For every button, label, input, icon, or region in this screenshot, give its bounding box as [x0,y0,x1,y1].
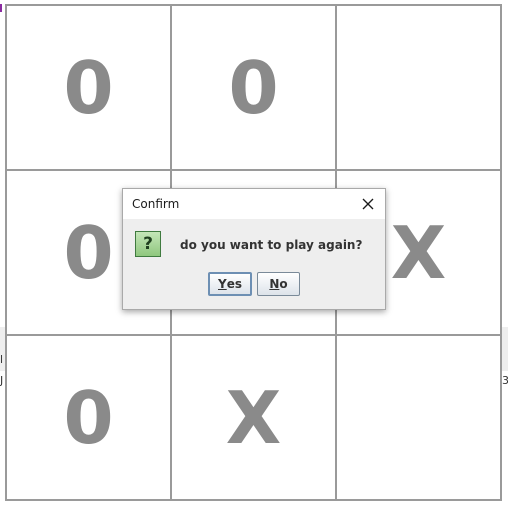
board-cell-3[interactable] [336,5,501,170]
background-window-right-edge: 3 [502,0,508,507]
background-glyph: 3 [502,374,508,387]
yes-button-mnemonic: Y [218,277,227,291]
board-cell-9[interactable] [336,335,501,500]
board-cell-1[interactable]: 0 [6,5,171,170]
dialog-body: ? do you want to play again? Yes No [123,219,385,309]
dialog-title: Confirm [132,197,180,211]
close-icon [362,198,374,210]
background-accent [0,4,2,12]
yes-button-label: es [226,277,242,291]
close-button[interactable] [357,193,379,215]
dialog-titlebar[interactable]: Confirm [123,189,385,219]
no-button-label: o [279,277,288,291]
board-cell-8[interactable]: X [171,335,336,500]
dialog-message: do you want to play again? [180,238,363,252]
background-band-right [502,327,508,371]
background-glyph: l [0,353,4,366]
question-icon: ? [135,231,161,257]
background-glyph: J [0,374,4,387]
no-button[interactable]: No [257,272,300,296]
board-cell-7[interactable]: 0 [6,335,171,500]
yes-button[interactable]: Yes [208,272,252,296]
board-cell-2[interactable]: 0 [171,5,336,170]
no-button-mnemonic: N [269,277,280,291]
confirm-dialog: Confirm ? do you want to play again? Yes… [122,188,386,310]
